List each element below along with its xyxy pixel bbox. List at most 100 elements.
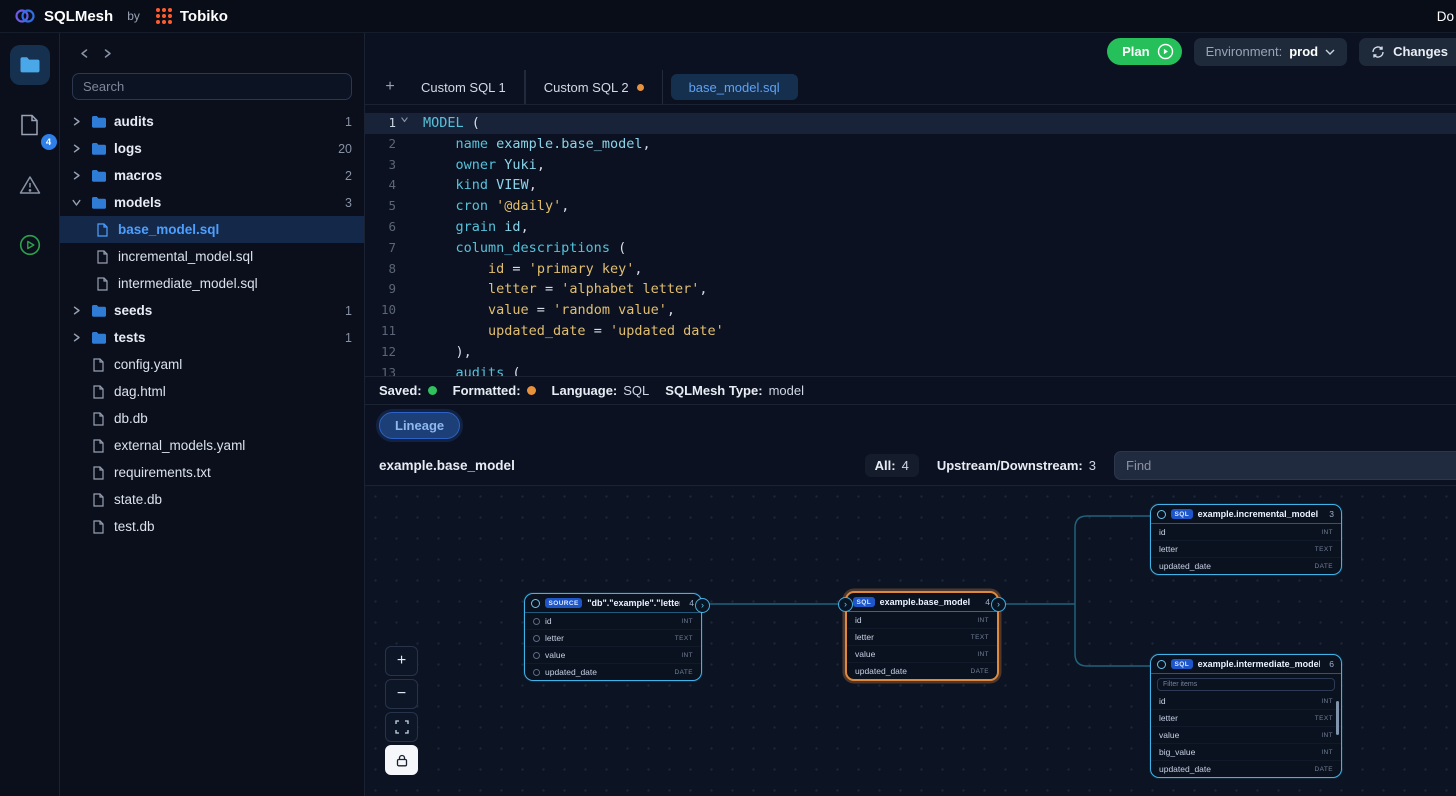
tab-lineage[interactable]: Lineage — [379, 412, 460, 439]
search-input[interactable] — [72, 73, 352, 100]
node-title: example.intermediate_model — [1198, 659, 1321, 669]
node-column-row[interactable]: valueINT — [1151, 726, 1341, 743]
node-scrollbar[interactable] — [1336, 701, 1339, 735]
node-column-row[interactable]: updated_dateDATE — [1151, 760, 1341, 777]
code-line[interactable]: 5 cron '@daily', — [365, 196, 1456, 217]
lock-button[interactable] — [385, 745, 418, 775]
sidebar-folder-models[interactable]: models3 — [60, 189, 364, 216]
node-column-row[interactable]: idINT — [1151, 693, 1341, 709]
node-toggle-icon[interactable] — [1157, 660, 1166, 669]
column-name: updated_date — [1159, 764, 1211, 774]
upstream-downstream-count[interactable]: Upstream/Downstream: 3 — [937, 458, 1096, 473]
forward-chevron-icon[interactable] — [103, 48, 112, 59]
sidebar-file-db.db[interactable]: db.db — [60, 405, 364, 432]
code-line[interactable]: 13 audits ( — [365, 363, 1456, 376]
code-editor[interactable]: 1MODEL (2 name example.base_model,3 owne… — [365, 104, 1456, 376]
node-column-count: 3 — [1325, 509, 1334, 519]
code-line[interactable]: 11 updated_date = 'updated date' — [365, 321, 1456, 342]
history-nav — [60, 33, 364, 73]
zoom-out-button[interactable]: − — [385, 679, 418, 709]
editor-tab-Custom SQL 2[interactable]: Custom SQL 2 — [525, 70, 663, 104]
lineage-model-name: example.base_model — [379, 458, 515, 473]
sidebar-file-base_model.sql[interactable]: base_model.sql — [60, 216, 364, 243]
sidebar-file-state.db[interactable]: state.db — [60, 486, 364, 513]
node-toggle-icon[interactable] — [1157, 510, 1166, 519]
formatted-label: Formatted: — [453, 383, 521, 398]
node-column-row[interactable]: letterTEXT — [847, 628, 997, 645]
sidebar-folder-audits[interactable]: audits1 — [60, 108, 364, 135]
code-text: kind VIEW, — [423, 175, 537, 196]
rail-files-button[interactable] — [10, 45, 50, 85]
folder-label: tests — [114, 330, 146, 345]
code-line[interactable]: 1MODEL ( — [365, 113, 1456, 134]
sidebar-folder-macros[interactable]: macros2 — [60, 162, 364, 189]
node-column-row[interactable]: letterTEXT — [525, 629, 701, 646]
code-line[interactable]: 8 id = 'primary key', — [365, 259, 1456, 280]
back-chevron-icon[interactable] — [80, 48, 89, 59]
item-count: 20 — [338, 142, 352, 156]
plan-button[interactable]: Plan — [1107, 38, 1181, 65]
code-line[interactable]: 6 grain id, — [365, 217, 1456, 238]
node-column-row[interactable]: updated_dateDATE — [847, 662, 997, 679]
editor-tab-Custom SQL 1[interactable]: Custom SQL 1 — [403, 70, 525, 104]
node-column-row[interactable]: letterTEXT — [1151, 709, 1341, 726]
node-column-row[interactable]: valueINT — [847, 645, 997, 662]
column-type: TEXT — [1315, 715, 1333, 722]
node-column-row[interactable]: idINT — [847, 612, 997, 628]
sidebar-folder-seeds[interactable]: seeds1 — [60, 297, 364, 324]
node-port-left[interactable]: › — [838, 597, 853, 612]
code-line[interactable]: 9 letter = 'alphabet letter', — [365, 279, 1456, 300]
lineage-node-incremental-model[interactable]: SQLexample.incremental_model3idINTletter… — [1150, 504, 1342, 575]
node-column-row[interactable]: valueINT — [525, 646, 701, 663]
sidebar-file-intermediate_model.sql[interactable]: intermediate_model.sql — [60, 270, 364, 297]
folder-icon — [90, 304, 107, 317]
code-line[interactable]: 4 kind VIEW, — [365, 175, 1456, 196]
sidebar-file-config.yaml[interactable]: config.yaml — [60, 351, 364, 378]
lineage-node-letters[interactable]: SOURCE"db"."example"."letters"4idINTlett… — [524, 593, 702, 681]
lineage-node-intermediate-model[interactable]: SQLexample.intermediate_model6Filter ite… — [1150, 654, 1342, 778]
node-port-right[interactable]: › — [695, 598, 710, 613]
code-line[interactable]: 12 ), — [365, 342, 1456, 363]
node-column-row[interactable]: updated_dateDATE — [525, 663, 701, 680]
node-filter-input[interactable]: Filter items — [1157, 678, 1335, 691]
node-column-row[interactable]: letterTEXT — [1151, 540, 1341, 557]
all-count-badge[interactable]: All: 4 — [865, 454, 919, 477]
sidebar-file-incremental_model.sql[interactable]: incremental_model.sql — [60, 243, 364, 270]
line-number: 2 — [365, 134, 411, 155]
sidebar-file-external_models.yaml[interactable]: external_models.yaml — [60, 432, 364, 459]
node-column-row[interactable]: idINT — [1151, 524, 1341, 540]
rail-errors-button[interactable] — [10, 165, 50, 205]
node-toggle-icon[interactable] — [531, 599, 540, 608]
editor-tab-base_model.sql[interactable]: base_model.sql — [671, 74, 798, 100]
lineage-node-base-model[interactable]: SQLexample.base_model4idINTletterTEXTval… — [845, 591, 999, 681]
sidebar-folder-logs[interactable]: logs20 — [60, 135, 364, 162]
column-type: INT — [1321, 749, 1333, 756]
find-input[interactable] — [1114, 451, 1456, 480]
rail-docs-button[interactable]: 4 — [10, 105, 50, 145]
lineage-graph[interactable]: SOURCE"db"."example"."letters"4idINTlett… — [365, 486, 1456, 796]
code-line[interactable]: 2 name example.base_model, — [365, 134, 1456, 155]
column-type: DATE — [675, 669, 693, 676]
node-column-row[interactable]: big_valueINT — [1151, 743, 1341, 760]
docs-link[interactable]: Do — [1437, 9, 1454, 24]
rail-run-button[interactable] — [10, 225, 50, 265]
code-line[interactable]: 7 column_descriptions ( — [365, 238, 1456, 259]
add-tab-button[interactable]: + — [377, 78, 403, 96]
node-column-row[interactable]: idINT — [525, 613, 701, 629]
zoom-in-button[interactable]: + — [385, 646, 418, 676]
node-column-row[interactable]: updated_dateDATE — [1151, 557, 1341, 574]
sidebar-folder-tests[interactable]: tests1 — [60, 324, 364, 351]
sidebar-file-test.db[interactable]: test.db — [60, 513, 364, 540]
editor-tabbar: + Custom SQL 1Custom SQL 2 base_model.sql — [365, 70, 1456, 104]
zoom-fit-button[interactable] — [385, 712, 418, 742]
file-icon — [94, 250, 111, 264]
sidebar-file-dag.html[interactable]: dag.html — [60, 378, 364, 405]
node-port-right[interactable]: › — [991, 597, 1006, 612]
changes-button[interactable]: Changes — [1359, 38, 1456, 66]
environment-select[interactable]: Environment: prod — [1194, 38, 1347, 66]
code-line[interactable]: 10 value = 'random value', — [365, 300, 1456, 321]
file-explorer: audits1logs20macros2models3base_model.sq… — [60, 33, 365, 796]
code-line[interactable]: 3 owner Yuki, — [365, 155, 1456, 176]
sidebar-file-requirements.txt[interactable]: requirements.txt — [60, 459, 364, 486]
fold-arrow-icon[interactable] — [400, 115, 409, 124]
